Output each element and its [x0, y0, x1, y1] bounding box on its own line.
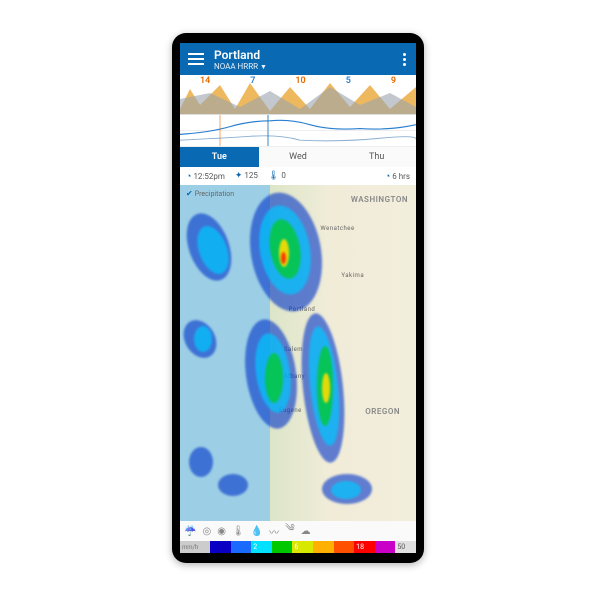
- info-bar: ◔12:52pm ✦125 🌡0 ◔6 hrs: [180, 167, 416, 185]
- legend-stop: [334, 541, 355, 553]
- legend-stop: 50: [395, 541, 416, 553]
- meteogram-top[interactable]: 14 7 10 5 9: [180, 75, 416, 115]
- temp-icon: 🌡: [268, 171, 279, 181]
- meteogram-chart: [180, 79, 416, 115]
- check-icon: ✔: [186, 189, 193, 198]
- app-header: Portland NOAA HRRR▼: [180, 43, 416, 75]
- clock-icon: ◔: [186, 172, 191, 182]
- location-name: Portland: [214, 48, 399, 62]
- legend-stop: [272, 541, 293, 553]
- legend-stop: 18: [354, 541, 375, 553]
- screen: Portland NOAA HRRR▼ 14 7 10 5 9 Tu: [180, 43, 416, 553]
- cloud-icon[interactable]: ☁: [301, 526, 311, 537]
- radar-icon[interactable]: ◉: [217, 526, 226, 537]
- meteogram-bottom[interactable]: [180, 115, 416, 147]
- header-title[interactable]: Portland NOAA HRRR▼: [214, 48, 399, 71]
- info-temp: 0: [281, 171, 286, 180]
- legend-stop: [210, 541, 231, 553]
- tab-wed[interactable]: Wed: [259, 147, 338, 167]
- map-view[interactable]: WASHINGTON OREGON Portland Salem Albany …: [180, 185, 416, 521]
- radar-overlay: [180, 185, 416, 521]
- day-tabs: Tue Wed Thu: [180, 147, 416, 167]
- legend-stop: [231, 541, 252, 553]
- legend-stop: 2: [251, 541, 272, 553]
- legend-unit: mm/h: [180, 541, 210, 553]
- therm-icon[interactable]: 🌡: [232, 526, 245, 537]
- tab-tue[interactable]: Tue: [180, 147, 259, 167]
- phone-frame: Portland NOAA HRRR▼ 14 7 10 5 9 Tu: [172, 33, 424, 563]
- humidity-icon[interactable]: 💧: [251, 526, 263, 537]
- color-legend: mm/h 2 6 18 50: [180, 541, 416, 553]
- rain-icon[interactable]: ☔: [184, 526, 196, 537]
- legend-stop: 6: [292, 541, 313, 553]
- overlay-toggle[interactable]: ✔ Precipitation: [186, 189, 234, 198]
- info-hours: 6 hrs: [392, 172, 410, 181]
- compass-icon: ✦: [235, 171, 243, 181]
- line-chart: [180, 115, 416, 146]
- menu-icon[interactable]: [186, 51, 206, 67]
- tab-thu[interactable]: Thu: [337, 147, 416, 167]
- target-icon[interactable]: ◎: [202, 526, 211, 537]
- clock-icon: ◔: [385, 172, 390, 182]
- info-wind: 125: [244, 171, 258, 180]
- chevron-down-icon: ▼: [260, 63, 267, 71]
- more-icon[interactable]: [399, 49, 410, 70]
- legend-stop: [313, 541, 334, 553]
- bottom-toolbar: ☔ ◎ ◉ 🌡 💧 〰 ༄ ☁: [180, 521, 416, 541]
- wave-icon[interactable]: 〰: [269, 524, 279, 539]
- legend-stop: [375, 541, 396, 553]
- info-time: 12:52pm: [193, 172, 224, 181]
- source-selector[interactable]: NOAA HRRR▼: [214, 62, 399, 71]
